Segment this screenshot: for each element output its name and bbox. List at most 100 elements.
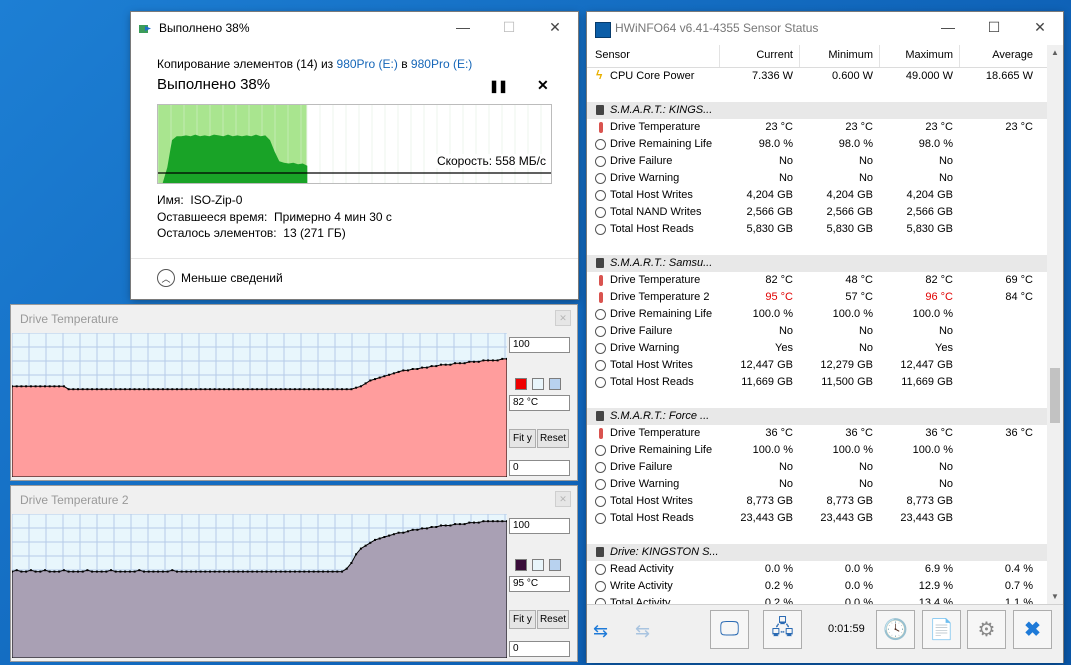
maximize-button[interactable]: ☐ (971, 12, 1017, 42)
header-minimum[interactable]: Minimum (828, 49, 873, 61)
data-point (124, 388, 127, 391)
sensor-row[interactable]: Write Activity 0.2 % 0.0 % 12.9 % 0.7 % (587, 578, 1047, 595)
sensor-max-value: 96 °C (925, 291, 953, 303)
sensor-row[interactable]: Drive Failure No No No (587, 323, 1047, 340)
sensor-row[interactable]: Total Host Writes 12,447 GB 12,279 GB 12,44… (587, 357, 1047, 374)
background-swatch[interactable] (532, 378, 544, 390)
header-average[interactable]: Average (992, 49, 1033, 61)
temperature-plot (12, 333, 507, 477)
close-button[interactable]: ✕ (532, 12, 578, 42)
fit-y-button[interactable]: Fit y (509, 610, 536, 629)
sensor-row[interactable]: Drive Failure No No No (587, 153, 1047, 170)
grid-swatch[interactable] (549, 378, 561, 390)
sensor-row[interactable]: Total NAND Writes 2,566 GB 2,566 GB 2,566 G… (587, 204, 1047, 221)
sensor-min-value: 0.600 W (832, 70, 873, 82)
color-swatch[interactable] (515, 559, 527, 571)
copy-icon (139, 25, 151, 33)
reset-button[interactable]: Reset (537, 429, 569, 448)
report-button[interactable]: 🖵 (710, 610, 749, 649)
clock-icon (595, 445, 606, 456)
data-point (284, 570, 287, 573)
sensor-row[interactable]: Total Host Reads 5,830 GB 5,830 GB 5,830 GB (587, 221, 1047, 238)
sensor-row[interactable]: Drive Failure No No No (587, 459, 1047, 476)
close-button[interactable]: ✕ (1017, 12, 1063, 42)
reset-timer-button[interactable]: 🕓 (876, 610, 915, 649)
sensor-group-row[interactable]: S.M.A.R.T.: Force ... (587, 408, 1047, 425)
close-icon[interactable]: ✕ (555, 310, 571, 326)
logging-button[interactable]: 📄 (922, 610, 961, 649)
sensor-row[interactable]: Total Host Writes 4,204 GB 4,204 GB 4,204 G… (587, 187, 1047, 204)
divider (131, 258, 578, 259)
minimize-button[interactable]: — (925, 12, 971, 42)
sensor-row[interactable]: Drive Warning No No No (587, 476, 1047, 493)
sensor-name: Drive Remaining Life (610, 138, 713, 150)
sensor-row[interactable]: Drive Remaining Life 100.0 % 100.0 % 100.0 … (587, 306, 1047, 323)
close-icon[interactable]: ✕ (555, 491, 571, 507)
fit-y-button[interactable]: Fit y (509, 429, 536, 448)
color-swatch[interactable] (515, 378, 527, 390)
sensor-max-value: 100.0 % (912, 444, 953, 456)
background-swatch[interactable] (532, 559, 544, 571)
data-point (364, 544, 367, 547)
reset-button[interactable]: Reset (537, 610, 569, 629)
data-point (176, 388, 178, 391)
sensor-avg-value: 0.4 % (1004, 563, 1033, 575)
header-sensor[interactable]: Sensor (595, 49, 630, 61)
scroll-up-icon[interactable]: ▲ (1051, 48, 1059, 57)
scroll-thumb[interactable] (1050, 368, 1060, 423)
sensor-row[interactable]: ϟ CPU Core Power 7.336 W 0.600 W 49.000 W 18.… (587, 68, 1047, 85)
less-details-button[interactable]: ︿ Меньше сведений (157, 269, 283, 287)
scale-min-field[interactable]: 0 (509, 641, 570, 657)
data-point (496, 359, 499, 362)
sensor-row[interactable]: Drive Remaining Life 100.0 % 100.0 % 100.0 … (587, 442, 1047, 459)
data-point (190, 570, 193, 573)
sensor-group-row[interactable]: Drive: KINGSTON S... (587, 544, 1047, 561)
sensor-row[interactable]: Drive Warning No No No (587, 170, 1047, 187)
data-point (133, 570, 136, 573)
sensor-row[interactable]: Drive Temperature 23 °C 23 °C 23 °C 23 °C (587, 119, 1047, 136)
data-point (388, 534, 391, 537)
data-point (260, 388, 263, 391)
data-point (223, 570, 226, 573)
vertical-scrollbar[interactable]: ▲ ▼ (1047, 45, 1063, 604)
sensor-group-row[interactable]: S.M.A.R.T.: Samsu... (587, 255, 1047, 272)
scroll-down-icon[interactable]: ▼ (1051, 592, 1059, 601)
source-link[interactable]: 980Pro (E:) (337, 57, 398, 71)
sensor-row[interactable]: Total Host Writes 8,773 GB 8,773 GB 8,773 G… (587, 493, 1047, 510)
data-point (392, 533, 395, 536)
network-button[interactable]: 🖧 (763, 610, 802, 649)
scale-max-field[interactable]: 100 (509, 518, 570, 534)
sensor-row[interactable]: Drive Warning Yes No Yes (587, 340, 1047, 357)
sensor-row[interactable]: Drive Remaining Life 98.0 % 98.0 % 98.0 % (587, 136, 1047, 153)
header-current[interactable]: Current (756, 49, 793, 61)
scale-max-field[interactable]: 100 (509, 337, 570, 353)
cancel-button[interactable]: ✕ (537, 77, 549, 94)
sensor-group-row[interactable]: S.M.A.R.T.: KINGS... (587, 102, 1047, 119)
data-point (204, 388, 207, 391)
bottom-toolbar: ⇆ ⇆ 🖵 🖧 0:01:59 🕓 📄 ⚙ ✖ (587, 604, 1063, 663)
window-title: Выполнено 38% (159, 21, 250, 35)
sensor-row[interactable]: Drive Temperature 82 °C 48 °C 82 °C 69 °C (587, 272, 1047, 289)
data-point (506, 520, 507, 523)
sensor-row[interactable]: Total Host Reads 23,443 GB 23,443 GB 23,443… (587, 510, 1047, 527)
grid-swatch[interactable] (549, 559, 561, 571)
pause-button[interactable]: ❚❚ (489, 79, 508, 93)
sensor-min-value: 0.0 % (844, 563, 873, 575)
data-point (374, 378, 376, 381)
time-row: Оставшееся время: Примерно 4 мин 30 с (157, 210, 392, 224)
scale-min-field[interactable]: 0 (509, 460, 570, 476)
sensor-row[interactable]: Drive Temperature 36 °C 36 °C 36 °C 36 °C (587, 425, 1047, 442)
minimize-button[interactable]: — (440, 12, 486, 42)
sensor-row[interactable]: Total Activity 0.2 % 0.0 % 13.4 % 1.1 % (587, 595, 1047, 604)
sensor-avg-value: 69 °C (1005, 274, 1033, 286)
header-maximum[interactable]: Maximum (905, 49, 953, 61)
maximize-button[interactable]: ☐ (486, 12, 532, 42)
exit-button[interactable]: ✖ (1013, 610, 1052, 649)
destination-link[interactable]: 980Pro (E:) (411, 57, 472, 71)
sensor-row[interactable]: Read Activity 0.0 % 0.0 % 6.9 % 0.4 % (587, 561, 1047, 578)
sensor-row[interactable]: Total Host Reads 11,669 GB 11,500 GB 11,669… (587, 374, 1047, 391)
sensor-row[interactable]: Drive Temperature 2 95 °C 57 °C 96 °C 84 °C (587, 289, 1047, 306)
data-point (72, 570, 75, 573)
settings-button[interactable]: ⚙ (967, 610, 1006, 649)
arrows-left-right-icon[interactable]: ⇆ (593, 621, 608, 642)
